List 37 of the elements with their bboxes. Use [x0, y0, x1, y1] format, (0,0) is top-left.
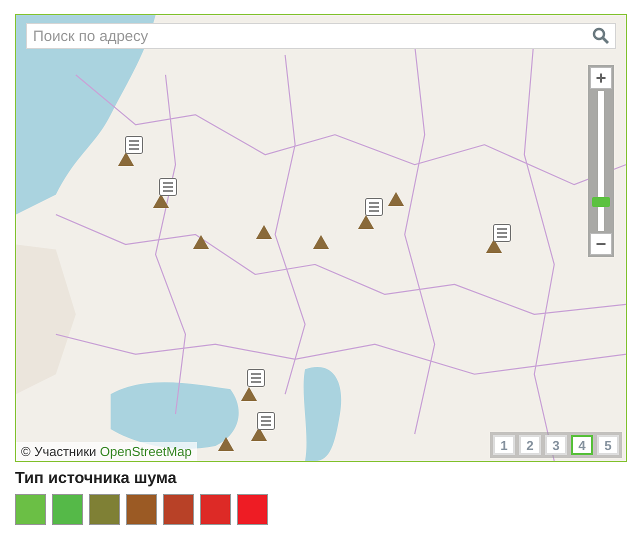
triangle-marker-icon[interactable] — [358, 215, 374, 229]
note-marker-icon[interactable] — [159, 178, 177, 196]
search-field[interactable]: Поиск по адресу — [26, 23, 616, 49]
openstreetmap-link[interactable]: OpenStreetMap — [100, 444, 192, 459]
color-swatch[interactable] — [200, 494, 231, 525]
slider-thumb[interactable] — [592, 197, 610, 208]
page-button[interactable]: 2 — [519, 435, 541, 455]
triangle-marker-icon[interactable] — [388, 192, 404, 206]
note-marker-icon[interactable] — [247, 369, 265, 387]
triangle-marker-icon[interactable] — [193, 235, 209, 249]
color-swatch[interactable] — [89, 494, 120, 525]
triangle-marker-icon[interactable] — [153, 194, 169, 208]
color-swatch[interactable] — [52, 494, 83, 525]
page-button[interactable]: 3 — [545, 435, 567, 455]
zoom-out-button[interactable]: − — [590, 233, 612, 255]
note-marker-icon[interactable] — [493, 224, 511, 242]
triangle-marker-icon[interactable] — [241, 387, 257, 401]
legend-title: Тип источника шума — [15, 470, 178, 488]
triangle-marker-icon[interactable] — [251, 427, 267, 441]
search-icon[interactable] — [592, 27, 610, 45]
attribution-text: © Участники OpenStreetMap — [16, 442, 197, 461]
page-button[interactable]: 4 — [571, 435, 593, 455]
triangle-marker-icon[interactable] — [313, 235, 329, 249]
color-swatch[interactable] — [237, 494, 268, 525]
page-button[interactable]: 5 — [597, 435, 619, 455]
note-marker-icon[interactable] — [365, 198, 383, 216]
triangle-marker-icon[interactable] — [256, 225, 272, 239]
page-button[interactable]: 1 — [493, 435, 515, 455]
color-swatch[interactable] — [126, 494, 157, 525]
triangle-marker-icon[interactable] — [486, 239, 502, 253]
triangle-marker-icon[interactable] — [218, 437, 234, 451]
color-swatch[interactable] — [15, 494, 46, 525]
note-marker-icon[interactable] — [257, 412, 275, 430]
zoom-in-button[interactable]: + — [590, 67, 612, 89]
note-marker-icon[interactable] — [125, 136, 143, 154]
triangle-marker-icon[interactable] — [118, 152, 134, 166]
color-swatch[interactable] — [163, 494, 194, 525]
